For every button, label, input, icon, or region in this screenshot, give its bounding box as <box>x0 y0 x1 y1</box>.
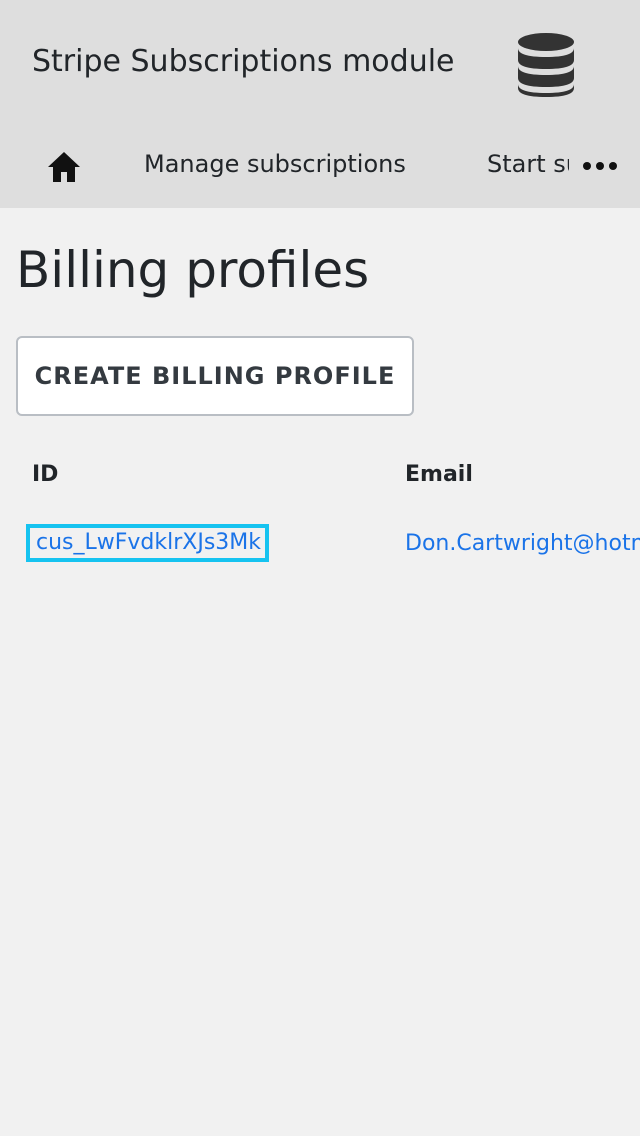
home-icon[interactable] <box>46 150 82 184</box>
app-title: Stripe Subscriptions module <box>32 44 455 79</box>
profile-email-link[interactable]: Don.Cartwright@hotmail.com <box>405 529 640 559</box>
table-row: cus_LwFvdklrXJs3Mk Don.Cartwright@hotmai… <box>0 524 640 564</box>
column-header-id: ID <box>32 462 59 487</box>
nav-start-subscription[interactable]: Start subscription <box>487 146 569 182</box>
create-billing-profile-button[interactable]: CREATE BILLING PROFILE <box>16 336 414 416</box>
ellipsis-icon[interactable] <box>582 156 618 176</box>
nav-manage-subscriptions[interactable]: Manage subscriptions <box>144 146 406 182</box>
profile-id-link[interactable]: cus_LwFvdklrXJs3Mk <box>26 524 270 562</box>
column-header-email: Email <box>405 462 473 487</box>
page-title: Billing profiles <box>16 241 370 299</box>
app-header: Stripe Subscriptions module Manage subsc… <box>0 0 640 208</box>
main-nav: Manage subscriptions Start subscription <box>0 128 640 208</box>
database-icon[interactable] <box>516 32 576 98</box>
